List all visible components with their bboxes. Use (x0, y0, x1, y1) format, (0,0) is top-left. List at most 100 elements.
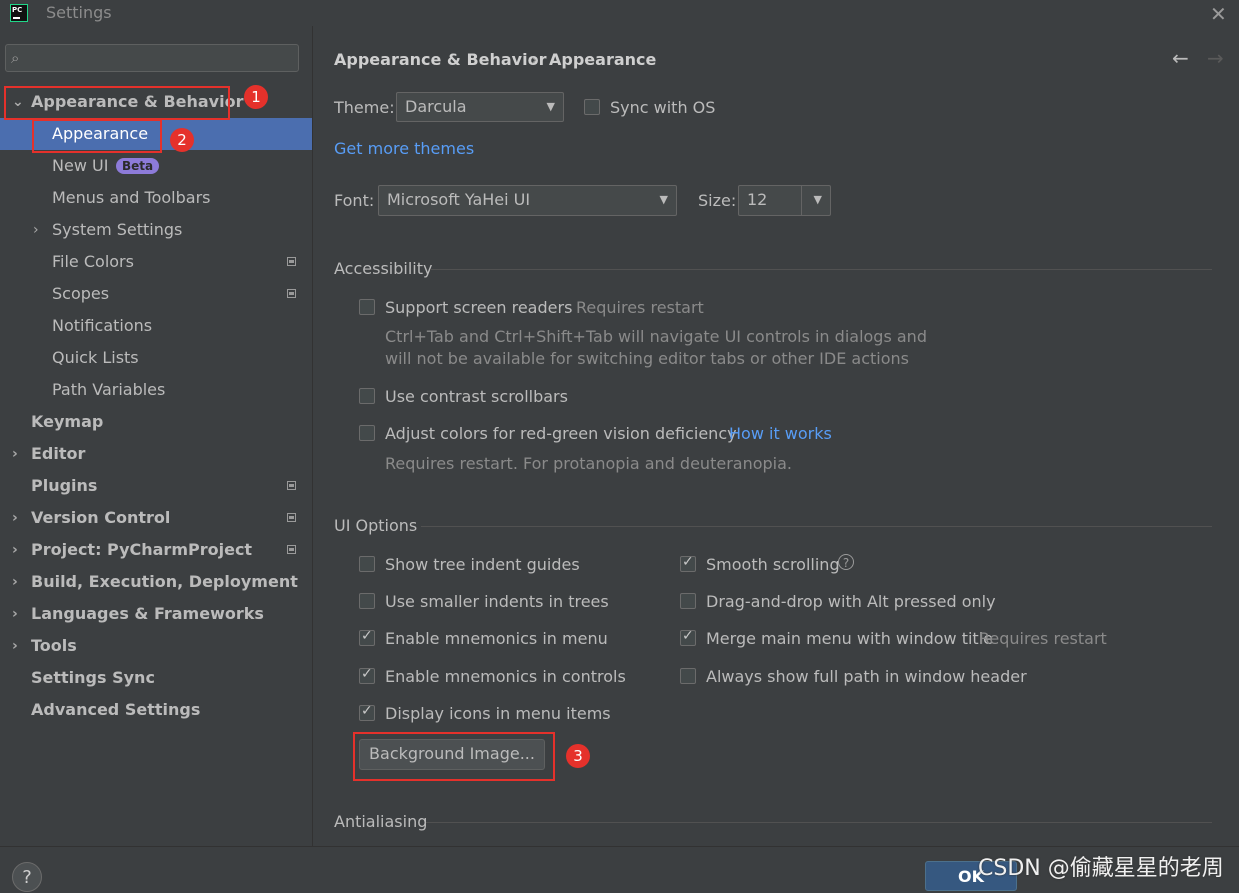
section-separator (430, 269, 1212, 270)
sidebar-item-project[interactable]: › Project: PyCharmProject (0, 534, 312, 566)
search-input[interactable] (5, 44, 299, 72)
tree-indent-guides-checkbox[interactable] (359, 556, 375, 572)
ui-options-section-title: UI Options (334, 516, 418, 535)
breadcrumb-parent[interactable]: Appearance & Behavior (334, 50, 546, 69)
sidebar-item-scopes[interactable]: Scopes (0, 278, 312, 310)
sidebar-item-notifications[interactable]: Notifications (0, 310, 312, 342)
sidebar-item-keymap[interactable]: Keymap (0, 406, 312, 438)
contrast-scrollbars-checkbox[interactable] (359, 388, 375, 404)
forward-arrow-icon[interactable]: → (1207, 46, 1224, 70)
mnemonics-controls-label: Enable mnemonics in controls (385, 667, 626, 686)
chevron-right-icon: › (12, 542, 18, 558)
sidebar-item-build[interactable]: › Build, Execution, Deployment (0, 566, 312, 598)
screen-readers-note: Requires restart (576, 298, 704, 317)
sidebar-item-label: Notifications (52, 316, 153, 335)
back-arrow-icon[interactable]: ← (1172, 46, 1189, 70)
tree-indent-guides-label: Show tree indent guides (385, 555, 580, 574)
font-select[interactable]: Microsoft YaHei UI ▼ (378, 185, 677, 216)
drag-drop-alt-checkbox[interactable] (680, 593, 696, 609)
sidebar-item-menus-toolbars[interactable]: Menus and Toolbars (0, 182, 312, 214)
sync-os-checkbox[interactable] (584, 99, 600, 115)
sidebar-item-label: Version Control (31, 508, 171, 527)
sidebar-item-label: Menus and Toolbars (52, 188, 211, 207)
chevron-right-icon: › (33, 222, 39, 238)
sidebar-item-label: Editor (31, 444, 86, 463)
screen-readers-label: Support screen readers (385, 298, 573, 317)
theme-select-value: Darcula (405, 97, 467, 116)
section-separator (426, 822, 1212, 823)
antialiasing-section-title: Antialiasing (334, 812, 428, 831)
size-select-value: 12 (747, 190, 768, 209)
watermark: CSDN @偷藏星星的老周 (978, 856, 1224, 881)
color-deficiency-checkbox[interactable] (359, 425, 375, 441)
accessibility-section-title: Accessibility (334, 259, 433, 278)
sidebar-item-label: Build, Execution, Deployment (31, 572, 298, 591)
chevron-right-icon: › (12, 574, 18, 590)
font-label: Font: (334, 191, 375, 210)
mnemonics-controls-checkbox[interactable] (359, 666, 375, 684)
sidebar-item-plugins[interactable]: Plugins (0, 470, 312, 502)
sidebar-item-settings-sync[interactable]: Settings Sync (0, 662, 312, 694)
dropdown-arrow-icon: ▼ (813, 193, 822, 206)
sidebar-item-label: System Settings (52, 220, 183, 239)
smooth-scrolling-checkbox[interactable] (680, 554, 696, 572)
sidebar-item-label: File Colors (52, 252, 134, 271)
breadcrumb-separator: › (531, 50, 538, 69)
theme-select[interactable]: Darcula ▼ (396, 92, 564, 122)
sidebar-item-new-ui[interactable]: New UI Beta (0, 150, 312, 182)
project-level-icon (287, 545, 296, 554)
sidebar-item-file-colors[interactable]: File Colors (0, 246, 312, 278)
theme-label: Theme: (334, 98, 395, 117)
project-level-icon (287, 289, 296, 298)
project-level-icon (287, 257, 296, 266)
sidebar-item-path-variables[interactable]: Path Variables (0, 374, 312, 406)
size-select[interactable]: 12 ▼ (738, 185, 831, 216)
sidebar-item-advanced-settings[interactable]: Advanced Settings (0, 694, 312, 726)
chevron-right-icon: › (12, 606, 18, 622)
merge-main-menu-checkbox[interactable] (680, 628, 696, 646)
window-title: Settings (46, 3, 112, 22)
dropdown-arrow-icon: ▼ (659, 193, 668, 206)
dropdown-arrow-icon: ▼ (546, 100, 555, 113)
annotation-number: 2 (170, 128, 194, 152)
annotation-number: 1 (244, 85, 268, 109)
merge-main-menu-label: Merge main menu with window title (706, 629, 993, 648)
sidebar-item-label: Project: PyCharmProject (31, 540, 253, 559)
annotation-box (32, 119, 162, 153)
sidebar-item-label: Keymap (31, 412, 104, 431)
annotation-box (353, 732, 555, 781)
search-icon: ⌕ (11, 49, 20, 67)
icons-menu-checkbox[interactable] (359, 703, 375, 721)
sidebar-item-label: Advanced Settings (31, 700, 201, 719)
sidebar-item-label: Scopes (52, 284, 110, 303)
size-label: Size: (698, 191, 737, 210)
sidebar-item-label: Quick Lists (52, 348, 139, 367)
pycharm-logo-icon: PC (10, 4, 28, 22)
smaller-indents-label: Use smaller indents in trees (385, 592, 609, 611)
font-select-value: Microsoft YaHei UI (387, 190, 531, 209)
sidebar-item-label: Plugins (31, 476, 98, 495)
help-icon[interactable]: ? (838, 554, 854, 570)
sidebar-item-label: Languages & Frameworks (31, 604, 264, 623)
sync-os-label: Sync with OS (610, 98, 716, 117)
color-deficiency-note: Requires restart. For protanopia and deu… (385, 454, 792, 473)
sidebar-item-quick-lists[interactable]: Quick Lists (0, 342, 312, 374)
breadcrumb-current: Appearance (549, 50, 657, 69)
sidebar-item-tools[interactable]: › Tools (0, 630, 312, 662)
sidebar-item-languages[interactable]: › Languages & Frameworks (0, 598, 312, 630)
close-icon[interactable]: ✕ (1210, 2, 1227, 26)
screen-readers-checkbox[interactable] (359, 299, 375, 315)
sidebar-item-label: Settings Sync (31, 668, 155, 687)
full-path-header-checkbox[interactable] (680, 668, 696, 684)
help-button[interactable]: ? (12, 862, 42, 892)
sidebar-item-editor[interactable]: › Editor (0, 438, 312, 470)
chevron-right-icon: › (12, 510, 18, 526)
sidebar-item-system-settings[interactable]: › System Settings (0, 214, 312, 246)
how-it-works-link[interactable]: How it works (729, 424, 832, 443)
mnemonics-menu-checkbox[interactable] (359, 628, 375, 646)
sidebar-item-label: Tools (31, 636, 77, 655)
get-more-themes-link[interactable]: Get more themes (334, 139, 474, 158)
smaller-indents-checkbox[interactable] (359, 593, 375, 609)
smooth-scrolling-label: Smooth scrolling (706, 555, 840, 574)
sidebar-item-version-control[interactable]: › Version Control (0, 502, 312, 534)
